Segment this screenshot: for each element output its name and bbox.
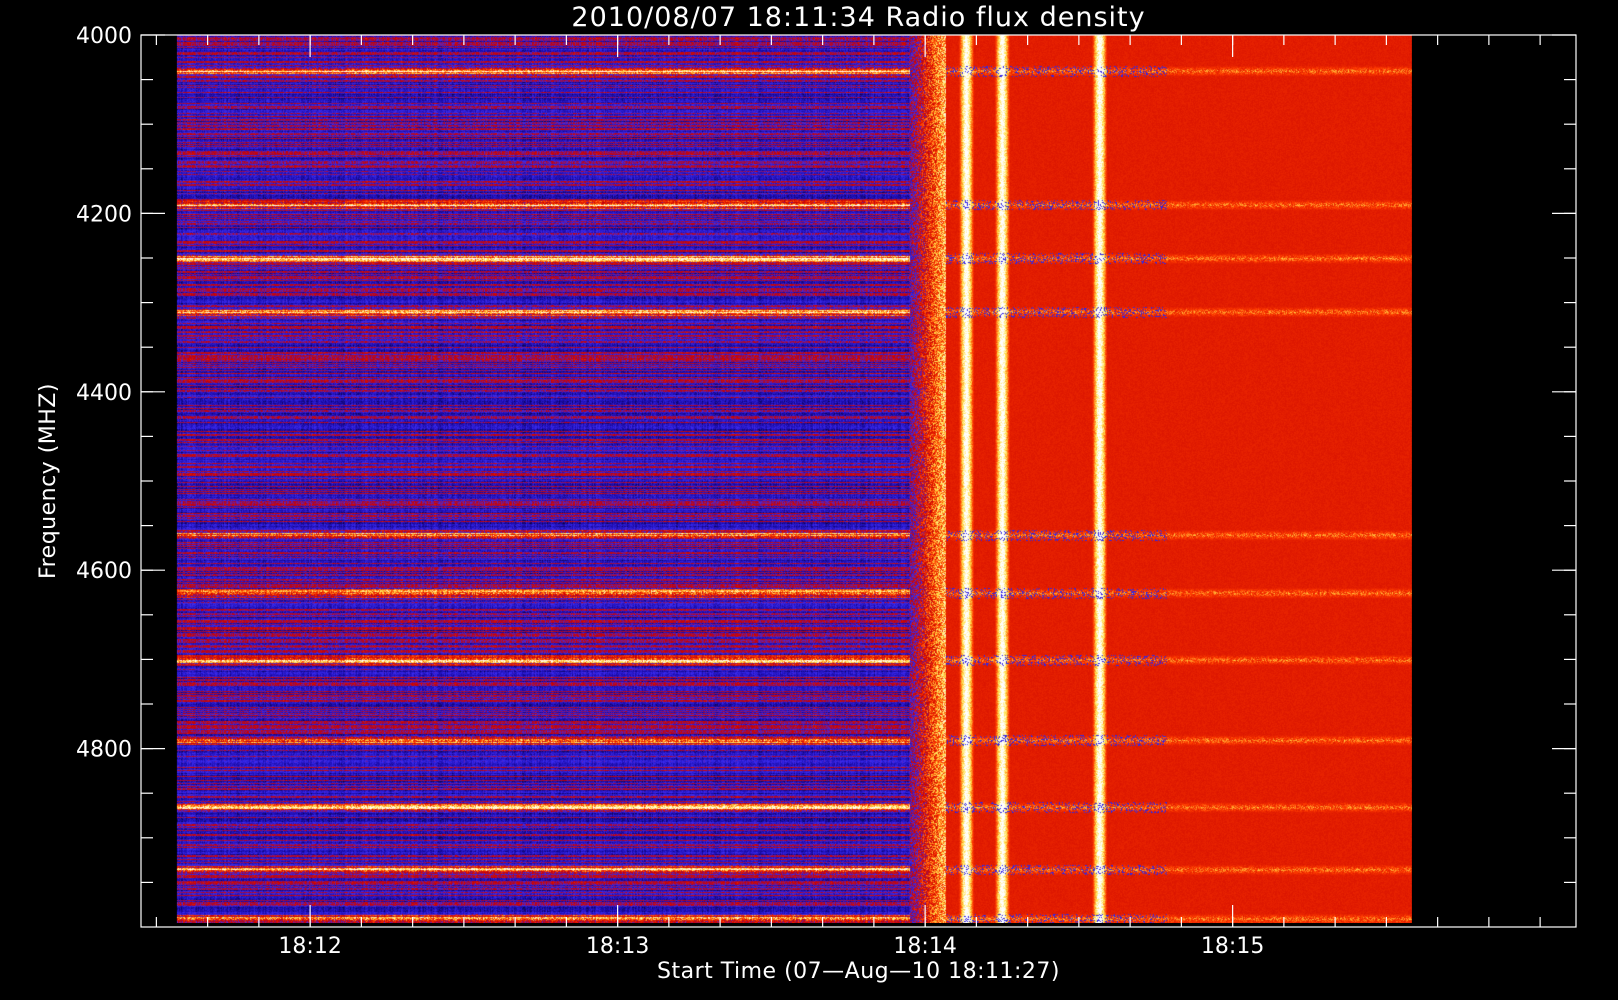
y-axis-label: Frequency (MHZ) xyxy=(36,383,61,579)
y-tick-label: 4000 xyxy=(76,24,132,49)
heatmap-raster xyxy=(176,35,1412,923)
spectrogram-chart: 18:12 18:13 18:14 18:15 4000 4200 4400 4600 480… xyxy=(0,0,1618,1000)
heatmap-image xyxy=(176,35,1412,923)
x-tick-label: 18:13 xyxy=(586,934,649,959)
y-tick-label: 4600 xyxy=(76,559,132,584)
chart-svg: 18:12 18:13 18:14 18:15 4000 4200 4400 4600 480… xyxy=(36,2,1577,984)
y-tick-label: 4200 xyxy=(76,202,132,227)
x-tick-label: 18:15 xyxy=(1201,934,1264,959)
x-tick-label: 18:14 xyxy=(893,934,956,959)
chart-title: 2010/08/07 18:11:34 Radio flux density xyxy=(571,2,1145,33)
y-tick-label: 4800 xyxy=(76,738,132,763)
x-axis-label: Start Time (07—Aug—10 18:11:27) xyxy=(657,959,1060,984)
y-tick-label: 4400 xyxy=(76,381,132,406)
x-tick-label: 18:12 xyxy=(278,934,341,959)
